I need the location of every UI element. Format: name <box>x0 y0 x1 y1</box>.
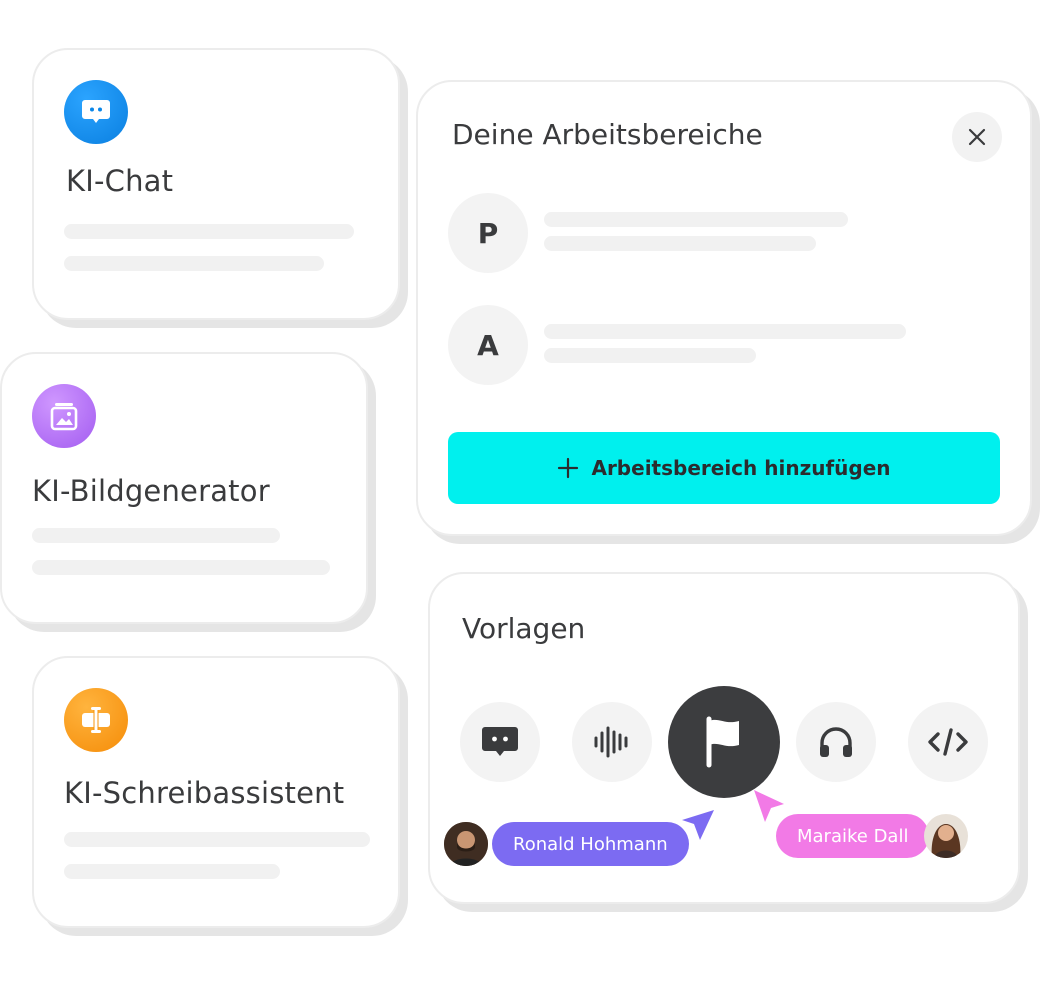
close-button[interactable] <box>952 112 1002 162</box>
text-placeholder <box>544 236 816 251</box>
text-cursor-icon <box>64 688 128 752</box>
avatar-maraike <box>924 814 968 858</box>
template-code-button[interactable] <box>908 702 988 782</box>
flag-icon <box>706 716 739 768</box>
workspace-avatar: A <box>448 305 528 385</box>
template-chat-button[interactable] <box>460 702 540 782</box>
avatar-ronald <box>444 822 488 866</box>
cursor-label-maraike: Maraike Dall <box>776 814 930 858</box>
headphones-icon <box>820 727 852 757</box>
chat-bubble-icon <box>64 80 128 144</box>
workspace-avatar: P <box>448 193 528 273</box>
text-placeholder <box>544 348 756 363</box>
cursor-label-ronald: Ronald Hohmann <box>492 822 689 866</box>
text-placeholder <box>32 528 280 543</box>
add-workspace-button[interactable]: Arbeitsbereich hinzufügen <box>448 432 1000 504</box>
template-audio-button[interactable] <box>572 702 652 782</box>
text-placeholder <box>64 832 370 847</box>
text-placeholder <box>64 256 324 271</box>
chat-bubble-icon <box>482 727 518 756</box>
text-placeholder <box>544 324 906 339</box>
app-title: KI-Bildgenerator <box>32 474 270 508</box>
app-card-ki-bildgenerator[interactable]: KI-Bildgenerator <box>0 352 368 624</box>
text-placeholder <box>32 560 330 575</box>
add-workspace-label: Arbeitsbereich hinzufügen <box>591 456 891 480</box>
template-headphones-button[interactable] <box>796 702 876 782</box>
text-placeholder <box>64 224 354 239</box>
code-icon <box>928 728 968 756</box>
app-card-ki-chat[interactable]: KI-Chat <box>32 48 400 320</box>
cursor-pointer-icon <box>682 810 714 840</box>
app-card-ki-schreibassistent[interactable]: KI-Schreibassistent <box>32 656 400 928</box>
panel-title: Deine Arbeitsbereiche <box>452 118 763 151</box>
image-gallery-icon <box>32 384 96 448</box>
app-title: KI-Chat <box>66 164 174 198</box>
plus-icon <box>558 457 579 479</box>
template-flag-button[interactable] <box>668 686 780 798</box>
workspaces-panel: Deine Arbeitsbereiche P A Arbeitsbereich… <box>416 80 1032 536</box>
close-icon <box>968 128 986 146</box>
app-title: KI-Schreibassistent <box>64 776 345 810</box>
audio-waveform-icon <box>594 726 628 758</box>
text-placeholder <box>544 212 848 227</box>
panel-title: Vorlagen <box>462 612 586 645</box>
text-placeholder <box>64 864 280 879</box>
